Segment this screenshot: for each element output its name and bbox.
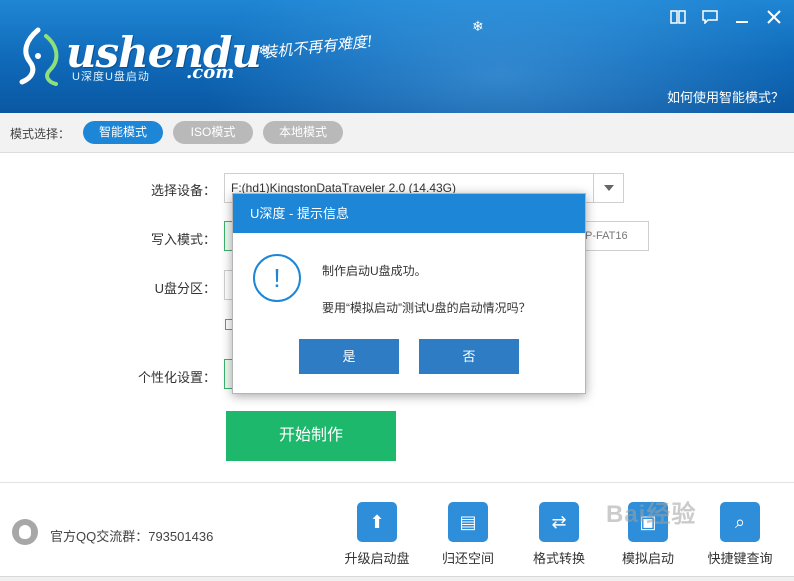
disk-icon: ▤ bbox=[448, 502, 488, 542]
qq-icon bbox=[12, 519, 38, 545]
logo-subtitle: U深度U盘启动 bbox=[72, 71, 150, 83]
snowflake-icon: ❄ bbox=[258, 42, 270, 58]
convert-icon: ⇄ bbox=[539, 502, 579, 542]
menu-icon[interactable] bbox=[669, 10, 687, 28]
device-label: 选择设备： bbox=[150, 183, 216, 198]
format-convert-button[interactable]: ⇄ 格式转换 bbox=[519, 502, 599, 567]
qq-group-text: 官方QQ交流群：793501436 bbox=[50, 529, 214, 544]
upgrade-boot-disk-button[interactable]: ⬆ 升级启动盘 bbox=[337, 502, 417, 567]
yes-button[interactable]: 是 bbox=[299, 339, 399, 374]
watermark: Bai经验 bbox=[606, 501, 697, 528]
personalize-label: 个性化设置： bbox=[137, 370, 216, 385]
no-button[interactable]: 否 bbox=[419, 339, 519, 374]
success-dialog: U深度 - 提示信息 ! 制作启动U盘成功。 要用“模拟启动”测试U盘的启动情况… bbox=[232, 193, 586, 394]
partition-label: U盘分区： bbox=[154, 281, 216, 296]
tool-label: 归还空间 bbox=[441, 551, 494, 566]
slogan: 装机不再有难度! bbox=[261, 32, 374, 62]
restore-space-button[interactable]: ▤ 归还空间 bbox=[428, 502, 508, 567]
mode-label: 模式选择： bbox=[10, 127, 71, 141]
feedback-icon[interactable] bbox=[701, 10, 719, 28]
write-mode-label: 写入模式： bbox=[150, 232, 216, 247]
app-header: ushendu U深度U盘启动 .com 装机不再有难度! ❄ ❄ 如何使用智能… bbox=[0, 0, 794, 113]
tool-label: 模拟启动 bbox=[621, 551, 674, 566]
tool-label: 格式转换 bbox=[532, 551, 585, 566]
footer-divider bbox=[0, 482, 794, 483]
close-icon[interactable] bbox=[765, 10, 783, 28]
chevron-down-icon[interactable] bbox=[593, 174, 623, 202]
dialog-question: 要用“模拟启动”测试U盘的启动情况吗？ bbox=[322, 301, 531, 315]
bottom-scrollbar[interactable] bbox=[0, 576, 794, 581]
dialog-message: 制作启动U盘成功。 bbox=[322, 264, 427, 278]
hotkey-query-button[interactable]: ⌕ 快捷键查询 bbox=[700, 502, 780, 567]
start-button[interactable]: 开始制作 bbox=[226, 411, 396, 461]
tool-label: 升级启动盘 bbox=[344, 551, 410, 566]
logo-icon bbox=[19, 27, 59, 86]
search-icon: ⌕ bbox=[720, 502, 760, 542]
snowflake-icon: ❄ bbox=[472, 18, 484, 34]
exclamation-icon: ! bbox=[253, 254, 301, 302]
dialog-title: U深度 - 提示信息 bbox=[233, 194, 585, 233]
logo-domain: .com bbox=[186, 62, 235, 83]
minimize-icon[interactable] bbox=[733, 10, 751, 28]
mode-bar: 模式选择： 智能模式 ISO模式 本地模式 bbox=[0, 113, 794, 153]
tool-label: 快捷键查询 bbox=[707, 551, 773, 566]
tab-smart-mode[interactable]: 智能模式 bbox=[83, 121, 163, 144]
tab-local-mode[interactable]: 本地模式 bbox=[263, 121, 343, 144]
tab-iso-mode[interactable]: ISO模式 bbox=[173, 121, 253, 144]
partition-format-select[interactable]: P-FAT16 bbox=[580, 221, 649, 251]
help-link[interactable]: 如何使用智能模式？ bbox=[667, 87, 784, 106]
upgrade-icon: ⬆ bbox=[357, 502, 397, 542]
